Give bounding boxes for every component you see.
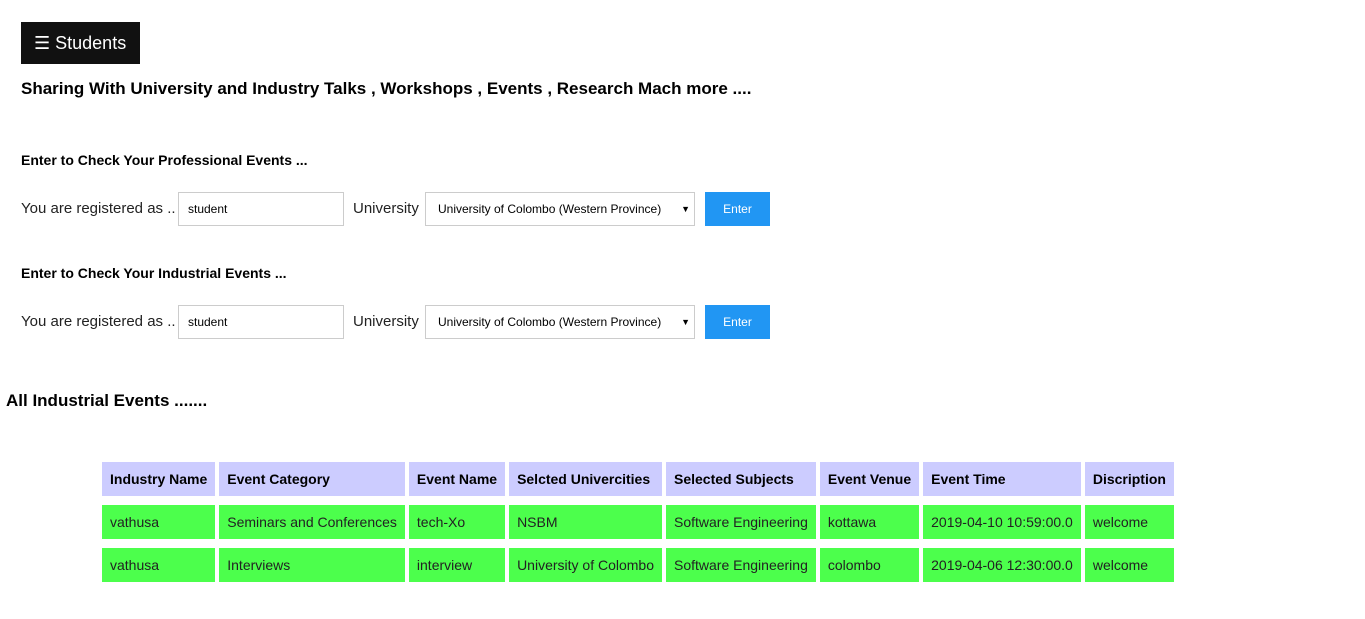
column-header-event-category: Event Category bbox=[219, 462, 405, 496]
column-header-selected-universities: Selcted Univercities bbox=[509, 462, 662, 496]
menu-button[interactable]: ☰ Students bbox=[21, 22, 140, 64]
role-input[interactable] bbox=[178, 305, 344, 339]
dropdown-caret-icon: ▼ bbox=[681, 204, 690, 214]
page-tagline: Sharing With University and Industry Tal… bbox=[21, 79, 752, 98]
cell-event-name: interview bbox=[408, 548, 506, 582]
industrial-events-heading: Enter to Check Your Industrial Events ..… bbox=[21, 265, 287, 281]
column-header-event-venue: Event Venue bbox=[819, 462, 920, 496]
professional-events-heading: Enter to Check Your Professional Events … bbox=[21, 152, 308, 168]
hamburger-icon: ☰ bbox=[34, 33, 51, 53]
industrial-events-form: You are registered as .. University Univ… bbox=[21, 305, 781, 339]
cell-selected-subjects: Software Engineering bbox=[666, 548, 816, 582]
dropdown-caret-icon: ▼ bbox=[681, 317, 690, 327]
cell-description: welcome bbox=[1084, 505, 1174, 539]
table-row: vathusa Seminars and Conferences tech-Xo… bbox=[102, 505, 1174, 539]
cell-selected-subjects: Software Engineering bbox=[666, 505, 816, 539]
enter-button[interactable]: Enter bbox=[705, 192, 770, 226]
university-select-value: University of Colombo (Western Province) bbox=[438, 315, 662, 329]
cell-description: welcome bbox=[1084, 548, 1174, 582]
registered-as-label: You are registered as .. bbox=[21, 200, 176, 217]
cell-event-venue: kottawa bbox=[819, 505, 920, 539]
university-select[interactable]: University of Colombo (Western Province)… bbox=[425, 305, 695, 339]
column-header-event-name: Event Name bbox=[408, 462, 506, 496]
cell-event-name: tech-Xo bbox=[408, 505, 506, 539]
cell-industry-name: vathusa bbox=[102, 505, 216, 539]
university-select[interactable]: University of Colombo (Western Province)… bbox=[425, 192, 695, 226]
cell-industry-name: vathusa bbox=[102, 548, 216, 582]
menu-label: Students bbox=[55, 33, 127, 53]
registered-as-label: You are registered as .. bbox=[21, 313, 176, 330]
column-header-selected-subjects: Selected Subjects bbox=[666, 462, 816, 496]
cell-event-time: 2019-04-10 10:59:00.0 bbox=[923, 505, 1081, 539]
cell-event-venue: colombo bbox=[819, 548, 920, 582]
university-label: University bbox=[353, 200, 419, 217]
cell-selected-universities: NSBM bbox=[509, 505, 662, 539]
column-header-event-time: Event Time bbox=[923, 462, 1081, 496]
professional-events-form: You are registered as .. University Univ… bbox=[21, 192, 781, 226]
industrial-events-table: Industry Name Event Category Event Name … bbox=[98, 453, 1178, 591]
university-label: University bbox=[353, 313, 419, 330]
cell-event-time: 2019-04-06 12:30:00.0 bbox=[923, 548, 1081, 582]
university-select-value: University of Colombo (Western Province) bbox=[438, 202, 662, 216]
cell-event-category: Seminars and Conferences bbox=[219, 505, 405, 539]
cell-event-category: Interviews bbox=[219, 548, 405, 582]
table-row: vathusa Interviews interview University … bbox=[102, 548, 1174, 582]
column-header-industry-name: Industry Name bbox=[102, 462, 216, 496]
all-industrial-events-heading: All Industrial Events ....... bbox=[6, 391, 208, 410]
cell-selected-universities: University of Colombo bbox=[509, 548, 662, 582]
enter-button[interactable]: Enter bbox=[705, 305, 770, 339]
role-input[interactable] bbox=[178, 192, 344, 226]
table-header-row: Industry Name Event Category Event Name … bbox=[102, 462, 1174, 496]
column-header-description: Discription bbox=[1084, 462, 1174, 496]
